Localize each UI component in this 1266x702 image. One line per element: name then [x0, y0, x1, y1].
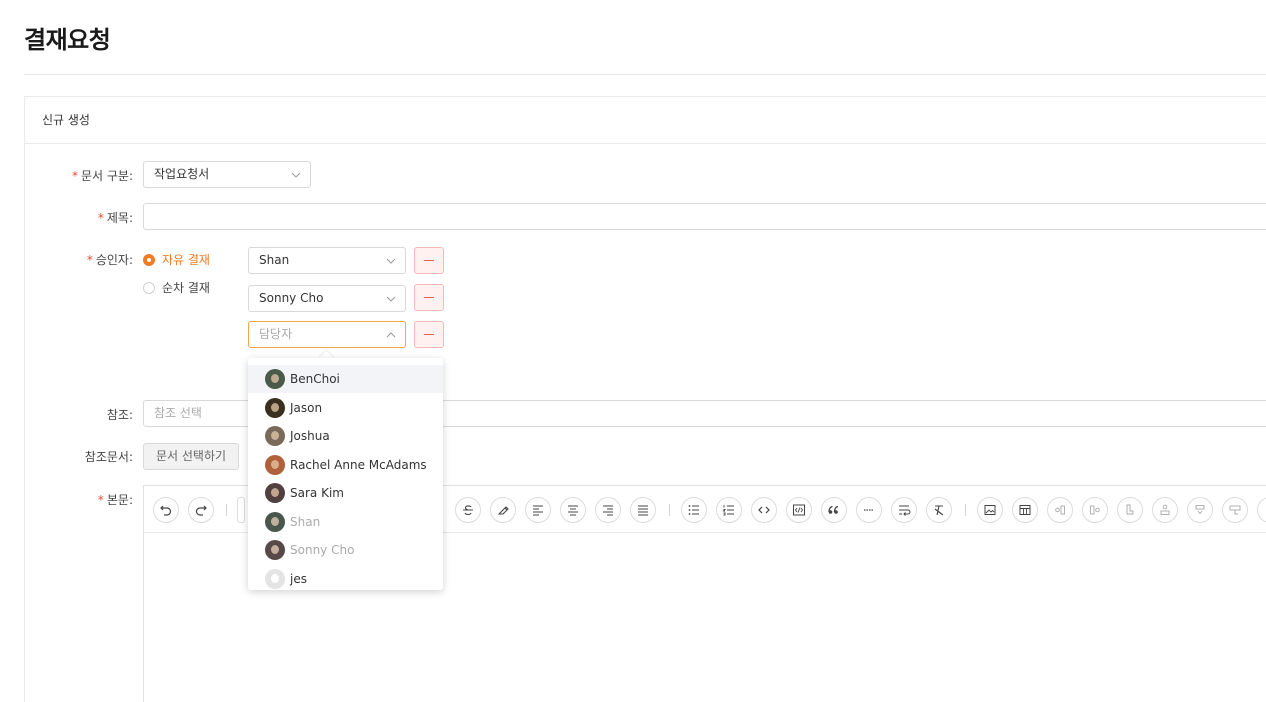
avatar: [265, 540, 285, 560]
approver-value: Shan: [259, 253, 290, 267]
approver-option-label: jes: [290, 571, 307, 586]
remove-approver-button[interactable]: [414, 321, 444, 348]
avatar: [265, 369, 285, 389]
approver-option[interactable]: BenChoi: [248, 365, 443, 393]
card-header: 신규 생성: [25, 97, 1266, 144]
toolbar-separator: [226, 504, 227, 516]
approver-select-2[interactable]: Sonny Cho: [248, 285, 406, 312]
numbered-list-icon[interactable]: [716, 497, 742, 523]
approver-select-3[interactable]: 담당자: [248, 321, 406, 348]
approver-dropdown: BenChoi Jason Joshua Rachel Anne McAdams Sar…: [248, 358, 443, 590]
align-center-icon[interactable]: [560, 497, 586, 523]
code-block-icon[interactable]: [786, 497, 812, 523]
radio-label: 순차 결재: [162, 281, 210, 295]
approver-option-label: BenChoi: [290, 372, 340, 386]
chevron-down-icon: [386, 258, 396, 264]
approver-option[interactable]: Jason: [248, 394, 443, 422]
blockquote-icon[interactable]: [821, 497, 847, 523]
approver-option[interactable]: Sara Kim: [248, 479, 443, 507]
more-tools-icon[interactable]: [1257, 497, 1266, 523]
insert-row-before-icon[interactable]: [1152, 497, 1178, 523]
radio-dot: [143, 253, 155, 266]
approver-select-1[interactable]: Shan: [248, 247, 406, 274]
toolbar-separator: [965, 504, 966, 516]
avatar: [265, 397, 285, 418]
avatar: [265, 426, 285, 446]
approver-option: Sonny Cho: [248, 536, 443, 564]
title-divider: [24, 74, 1266, 75]
avatar: [265, 483, 285, 503]
remove-approver-button[interactable]: [414, 284, 444, 311]
font-size-select[interactable]: [237, 497, 245, 523]
highlighter-icon[interactable]: [490, 497, 516, 523]
radio-dot: [143, 281, 155, 294]
body-label: * 본문:: [97, 493, 133, 507]
insert-column-right-icon[interactable]: [1047, 497, 1073, 523]
strikethrough-icon[interactable]: [455, 497, 481, 523]
approver-option-label: Shan: [290, 514, 321, 529]
toolbar-separator: [669, 504, 670, 516]
image-icon[interactable]: [977, 497, 1003, 523]
insert-row-after-icon[interactable]: [1117, 497, 1143, 523]
remove-approver-button[interactable]: [414, 247, 444, 274]
align-right-icon[interactable]: [595, 497, 621, 523]
approver-option-label: Jason: [290, 400, 323, 415]
bullet-list-icon[interactable]: [681, 497, 707, 523]
approver-label: * 승인자:: [86, 253, 133, 267]
doc-type-value: 작업요청서: [154, 167, 210, 181]
avatar: [265, 568, 285, 589]
clear-format-icon[interactable]: [926, 497, 952, 523]
title-label: * 제목:: [97, 211, 133, 225]
redo-icon[interactable]: [188, 497, 214, 523]
chevron-down-icon: [291, 172, 301, 178]
approver-option-label: Rachel Anne McAdams: [290, 457, 427, 472]
avatar: [265, 511, 285, 532]
avatar: [265, 454, 285, 475]
align-left-icon[interactable]: [525, 497, 551, 523]
approver-option[interactable]: Rachel Anne McAdams: [248, 451, 443, 479]
code-icon[interactable]: [751, 497, 777, 523]
merge-cells-icon[interactable]: [1187, 497, 1213, 523]
title-input[interactable]: [143, 203, 1266, 230]
select-document-button[interactable]: 문서 선택하기: [143, 443, 240, 470]
approver-placeholder: 담당자: [259, 327, 293, 341]
approver-option[interactable]: Joshua: [248, 422, 443, 450]
chevron-up-icon: [386, 332, 396, 338]
align-justify-icon[interactable]: [630, 497, 656, 523]
ref-doc-label: 참조문서:: [84, 450, 133, 464]
approver-option-label: Sara Kim: [290, 486, 344, 500]
chevron-down-icon: [386, 296, 396, 302]
split-cells-icon[interactable]: [1222, 497, 1248, 523]
approver-option: Shan: [248, 508, 443, 536]
horizontal-rule-icon[interactable]: [856, 497, 882, 523]
approver-option-label: Sonny Cho: [290, 543, 355, 557]
doc-type-label: * 문서 구분:: [71, 169, 133, 183]
approver-option-label: Joshua: [290, 429, 330, 443]
undo-icon[interactable]: [153, 497, 179, 523]
page-title: 결재요청: [24, 26, 111, 54]
wrap-text-icon[interactable]: [891, 497, 917, 523]
approver-value: Sonny Cho: [259, 291, 324, 305]
approver-option[interactable]: jes: [248, 565, 443, 591]
table-icon[interactable]: [1012, 497, 1038, 523]
doc-type-select[interactable]: 작업요청서: [143, 161, 311, 188]
radio-sequential-approval[interactable]: 순차 결재: [143, 279, 210, 296]
radio-free-approval[interactable]: 자유 결재: [143, 251, 210, 268]
insert-column-left-icon[interactable]: [1082, 497, 1108, 523]
radio-label: 자유 결재: [162, 253, 210, 267]
reference-label: 참조:: [106, 408, 133, 422]
